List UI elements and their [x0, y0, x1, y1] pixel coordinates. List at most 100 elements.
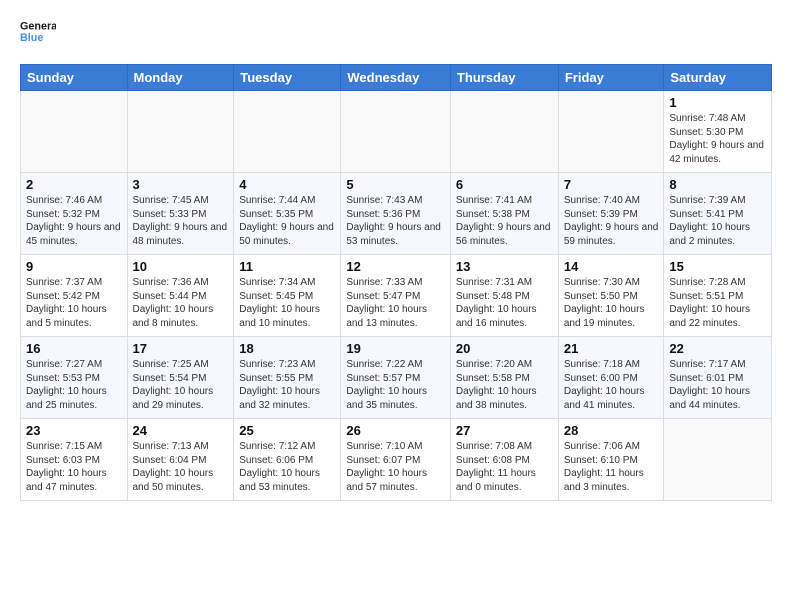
- day-info: Sunrise: 7:30 AM Sunset: 5:50 PM Dayligh…: [564, 276, 659, 330]
- calendar-cell: 21 Sunrise: 7:18 AM Sunset: 6:00 PM Dayli…: [558, 337, 664, 419]
- calendar-cell: 11 Sunrise: 7:34 AM Sunset: 5:45 PM Dayli…: [234, 255, 341, 337]
- calendar-cell: 5 Sunrise: 7:43 AM Sunset: 5:36 PM Daylig…: [341, 173, 451, 255]
- day-info: Sunrise: 7:25 AM Sunset: 5:54 PM Dayligh…: [133, 358, 229, 412]
- day-number: 23: [26, 423, 122, 438]
- calendar-cell: 20 Sunrise: 7:20 AM Sunset: 5:58 PM Dayli…: [450, 337, 558, 419]
- day-info: Sunrise: 7:17 AM Sunset: 6:01 PM Dayligh…: [669, 358, 766, 412]
- day-info: Sunrise: 7:13 AM Sunset: 6:04 PM Dayligh…: [133, 440, 229, 494]
- day-info: Sunrise: 7:31 AM Sunset: 5:48 PM Dayligh…: [456, 276, 553, 330]
- day-number: 18: [239, 341, 335, 356]
- calendar-cell: 7 Sunrise: 7:40 AM Sunset: 5:39 PM Daylig…: [558, 173, 664, 255]
- week-row-5: 23 Sunrise: 7:15 AM Sunset: 6:03 PM Dayli…: [21, 419, 772, 501]
- week-row-1: 1Sunrise: 7:48 AM Sunset: 5:30 PM Daylig…: [21, 91, 772, 173]
- calendar-cell: 13 Sunrise: 7:31 AM Sunset: 5:48 PM Dayli…: [450, 255, 558, 337]
- day-info: Sunrise: 7:33 AM Sunset: 5:47 PM Dayligh…: [346, 276, 445, 330]
- calendar-cell: 2Sunrise: 7:46 AM Sunset: 5:32 PM Daylig…: [21, 173, 128, 255]
- day-info: Sunrise: 7:39 AM Sunset: 5:41 PM Dayligh…: [669, 194, 766, 248]
- day-number: 10: [133, 259, 229, 274]
- day-number: 20: [456, 341, 553, 356]
- day-number: 6: [456, 177, 553, 192]
- weekday-header-monday: Monday: [127, 65, 234, 91]
- day-number: 5: [346, 177, 445, 192]
- day-number: 7: [564, 177, 659, 192]
- weekday-header-thursday: Thursday: [450, 65, 558, 91]
- calendar-cell: 24Sunrise: 7:13 AM Sunset: 6:04 PM Dayli…: [127, 419, 234, 501]
- calendar-cell: [21, 91, 128, 173]
- day-number: 14: [564, 259, 659, 274]
- calendar-cell: 26Sunrise: 7:10 AM Sunset: 6:07 PM Dayli…: [341, 419, 451, 501]
- calendar-cell: [341, 91, 451, 173]
- day-number: 12: [346, 259, 445, 274]
- day-info: Sunrise: 7:15 AM Sunset: 6:03 PM Dayligh…: [26, 440, 122, 494]
- calendar-cell: 12 Sunrise: 7:33 AM Sunset: 5:47 PM Dayli…: [341, 255, 451, 337]
- week-row-4: 16 Sunrise: 7:27 AM Sunset: 5:53 PM Dayli…: [21, 337, 772, 419]
- calendar: SundayMondayTuesdayWednesdayThursdayFrid…: [20, 64, 772, 501]
- calendar-cell: 10 Sunrise: 7:36 AM Sunset: 5:44 PM Dayli…: [127, 255, 234, 337]
- weekday-header-saturday: Saturday: [664, 65, 772, 91]
- svg-text:Blue: Blue: [20, 32, 43, 44]
- calendar-cell: 27 Sunrise: 7:08 AM Sunset: 6:08 PM Dayli…: [450, 419, 558, 501]
- calendar-cell: 1Sunrise: 7:48 AM Sunset: 5:30 PM Daylig…: [664, 91, 772, 173]
- day-number: 19: [346, 341, 445, 356]
- calendar-cell: 9Sunrise: 7:37 AM Sunset: 5:42 PM Daylig…: [21, 255, 128, 337]
- calendar-cell: 14 Sunrise: 7:30 AM Sunset: 5:50 PM Dayli…: [558, 255, 664, 337]
- weekday-header-row: SundayMondayTuesdayWednesdayThursdayFrid…: [21, 65, 772, 91]
- calendar-cell: 4 Sunrise: 7:44 AM Sunset: 5:35 PM Daylig…: [234, 173, 341, 255]
- day-info: Sunrise: 7:28 AM Sunset: 5:51 PM Dayligh…: [669, 276, 766, 330]
- week-row-3: 9Sunrise: 7:37 AM Sunset: 5:42 PM Daylig…: [21, 255, 772, 337]
- header: General Blue: [20, 16, 772, 52]
- day-number: 17: [133, 341, 229, 356]
- calendar-cell: [234, 91, 341, 173]
- day-info: Sunrise: 7:40 AM Sunset: 5:39 PM Dayligh…: [564, 194, 659, 248]
- day-info: Sunrise: 7:45 AM Sunset: 5:33 PM Dayligh…: [133, 194, 229, 248]
- calendar-cell: [558, 91, 664, 173]
- day-info: Sunrise: 7:18 AM Sunset: 6:00 PM Dayligh…: [564, 358, 659, 412]
- logo-icon: General Blue: [20, 16, 56, 52]
- day-number: 25: [239, 423, 335, 438]
- day-info: Sunrise: 7:27 AM Sunset: 5:53 PM Dayligh…: [26, 358, 122, 412]
- day-info: Sunrise: 7:23 AM Sunset: 5:55 PM Dayligh…: [239, 358, 335, 412]
- day-number: 8: [669, 177, 766, 192]
- day-info: Sunrise: 7:06 AM Sunset: 6:10 PM Dayligh…: [564, 440, 659, 494]
- day-number: 11: [239, 259, 335, 274]
- day-number: 9: [26, 259, 122, 274]
- calendar-cell: 15 Sunrise: 7:28 AM Sunset: 5:51 PM Dayli…: [664, 255, 772, 337]
- day-info: Sunrise: 7:43 AM Sunset: 5:36 PM Dayligh…: [346, 194, 445, 248]
- week-row-2: 2Sunrise: 7:46 AM Sunset: 5:32 PM Daylig…: [21, 173, 772, 255]
- calendar-cell: 17 Sunrise: 7:25 AM Sunset: 5:54 PM Dayli…: [127, 337, 234, 419]
- calendar-cell: 19 Sunrise: 7:22 AM Sunset: 5:57 PM Dayli…: [341, 337, 451, 419]
- calendar-cell: [450, 91, 558, 173]
- day-number: 16: [26, 341, 122, 356]
- day-number: 21: [564, 341, 659, 356]
- calendar-cell: 22 Sunrise: 7:17 AM Sunset: 6:01 PM Dayli…: [664, 337, 772, 419]
- day-number: 15: [669, 259, 766, 274]
- calendar-cell: 18 Sunrise: 7:23 AM Sunset: 5:55 PM Dayli…: [234, 337, 341, 419]
- day-number: 4: [239, 177, 335, 192]
- weekday-header-sunday: Sunday: [21, 65, 128, 91]
- calendar-cell: 25Sunrise: 7:12 AM Sunset: 6:06 PM Dayli…: [234, 419, 341, 501]
- calendar-cell: [127, 91, 234, 173]
- day-number: 27: [456, 423, 553, 438]
- day-info: Sunrise: 7:34 AM Sunset: 5:45 PM Dayligh…: [239, 276, 335, 330]
- day-number: 28: [564, 423, 659, 438]
- calendar-cell: 16 Sunrise: 7:27 AM Sunset: 5:53 PM Dayli…: [21, 337, 128, 419]
- day-info: Sunrise: 7:20 AM Sunset: 5:58 PM Dayligh…: [456, 358, 553, 412]
- weekday-header-wednesday: Wednesday: [341, 65, 451, 91]
- day-info: Sunrise: 7:46 AM Sunset: 5:32 PM Dayligh…: [26, 194, 122, 248]
- day-number: 3: [133, 177, 229, 192]
- calendar-cell: 8 Sunrise: 7:39 AM Sunset: 5:41 PM Daylig…: [664, 173, 772, 255]
- day-info: Sunrise: 7:36 AM Sunset: 5:44 PM Dayligh…: [133, 276, 229, 330]
- weekday-header-tuesday: Tuesday: [234, 65, 341, 91]
- day-info: Sunrise: 7:48 AM Sunset: 5:30 PM Dayligh…: [669, 112, 766, 166]
- weekday-header-friday: Friday: [558, 65, 664, 91]
- svg-text:General: General: [20, 21, 56, 33]
- day-info: Sunrise: 7:08 AM Sunset: 6:08 PM Dayligh…: [456, 440, 553, 494]
- page: General Blue SundayMondayTuesdayWednesda…: [0, 0, 792, 511]
- calendar-cell: 28 Sunrise: 7:06 AM Sunset: 6:10 PM Dayli…: [558, 419, 664, 501]
- calendar-cell: [664, 419, 772, 501]
- day-info: Sunrise: 7:22 AM Sunset: 5:57 PM Dayligh…: [346, 358, 445, 412]
- logo: General Blue: [20, 16, 56, 52]
- day-number: 22: [669, 341, 766, 356]
- day-number: 13: [456, 259, 553, 274]
- day-info: Sunrise: 7:44 AM Sunset: 5:35 PM Dayligh…: [239, 194, 335, 248]
